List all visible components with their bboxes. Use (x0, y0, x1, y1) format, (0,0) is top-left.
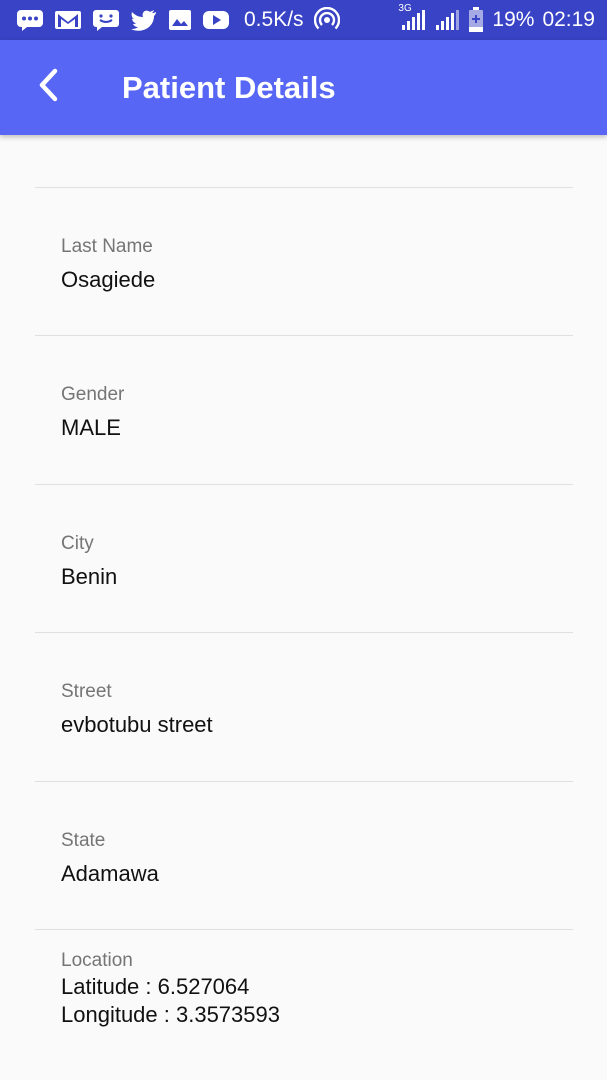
youtube-icon (202, 9, 230, 31)
image-icon (168, 9, 192, 31)
field-last-name: Last Name Osagiede (61, 235, 581, 295)
page-title: Patient Details (122, 69, 336, 105)
longitude-value: Longitude : 3.3573593 (61, 1002, 280, 1027)
divider (35, 335, 573, 336)
divider (35, 484, 573, 485)
field-label: Street (61, 681, 112, 702)
field-label: State (61, 830, 106, 851)
battery-icon (468, 7, 484, 33)
divider (35, 929, 573, 930)
message-icon (16, 9, 44, 31)
field-label: Last Name (61, 236, 153, 257)
field-label: Gender (61, 384, 125, 405)
field-location: Location Latitude : 6.527064 Longitude :… (61, 949, 581, 1029)
field-value: MALE (61, 415, 121, 440)
divider (35, 187, 573, 188)
chevron-left-icon (36, 68, 60, 107)
signal-icon (434, 9, 460, 31)
status-bar: 0.5K/s 3G 19% 02:19 (0, 0, 607, 40)
divider (35, 632, 573, 633)
field-street: Street evbotubu street (61, 680, 581, 740)
network-type-text: 3G (398, 3, 412, 14)
field-label: Location (61, 950, 133, 971)
system-icons: 3G 19% 02:19 (398, 3, 595, 33)
field-value: evbotubu street (61, 712, 213, 737)
back-button[interactable] (18, 58, 78, 118)
field-value: Adamawa (61, 861, 159, 886)
field-label: City (61, 533, 94, 554)
field-gender: Gender MALE (61, 383, 581, 443)
twitter-icon (130, 9, 158, 31)
battery-percent-text: 19% (492, 8, 535, 31)
gmail-icon (54, 9, 82, 31)
app-bar: Patient Details (0, 40, 607, 135)
net-speed-text: 0.5K/s (244, 8, 304, 31)
field-value: Osagiede (61, 267, 156, 292)
hotspot-icon (313, 7, 340, 33)
signal-icon: 3G (398, 3, 426, 31)
divider (35, 781, 573, 782)
notification-icons: 0.5K/s (16, 7, 340, 33)
field-city: City Benin (61, 532, 581, 592)
clock-text: 02:19 (542, 8, 595, 31)
field-state: State Adamawa (61, 829, 581, 889)
field-value: Benin (61, 564, 118, 589)
chat-icon (92, 9, 120, 31)
latitude-value: Latitude : 6.527064 (61, 974, 250, 999)
